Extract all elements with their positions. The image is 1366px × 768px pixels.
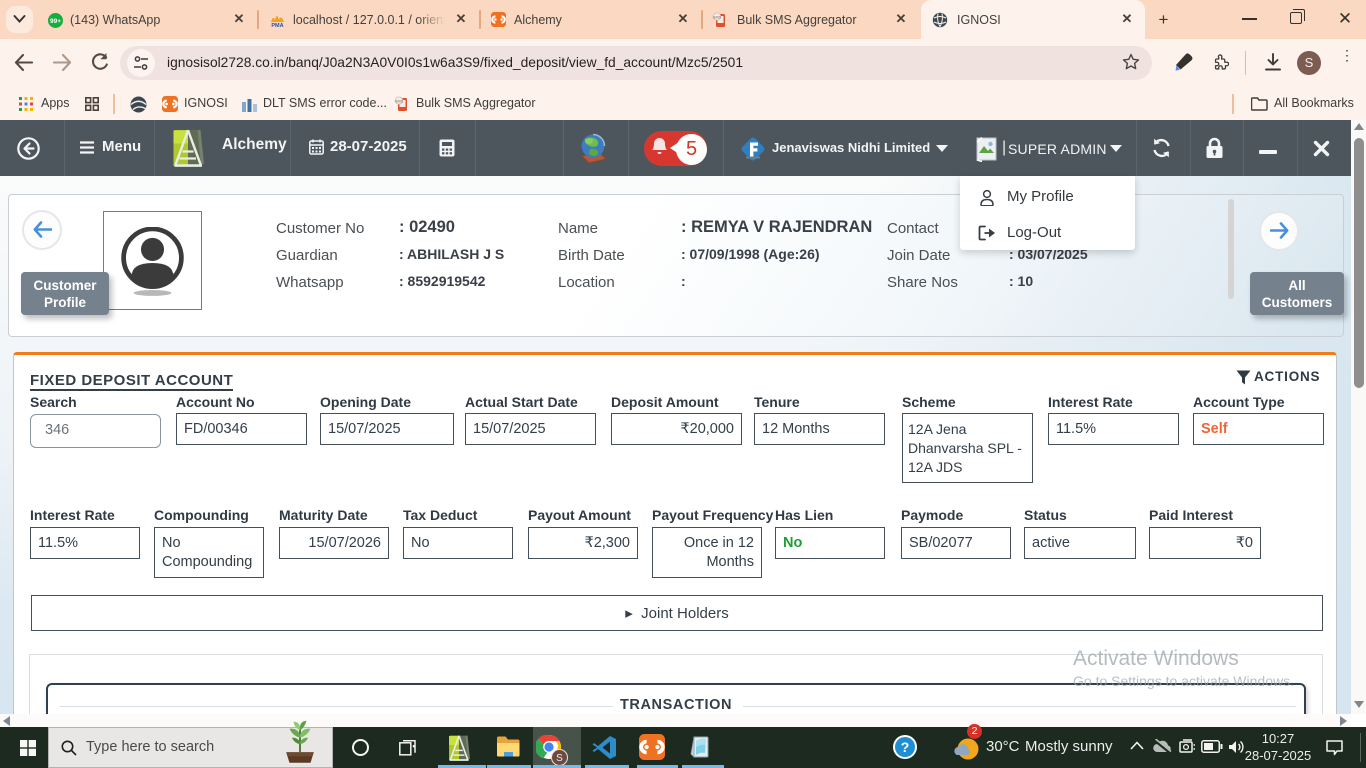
svg-text:99+: 99+: [50, 18, 61, 25]
svg-text:PMA: PMA: [271, 23, 283, 28]
svg-text:SMS: SMS: [395, 99, 404, 104]
svg-text:SMS: SMS: [713, 15, 722, 20]
